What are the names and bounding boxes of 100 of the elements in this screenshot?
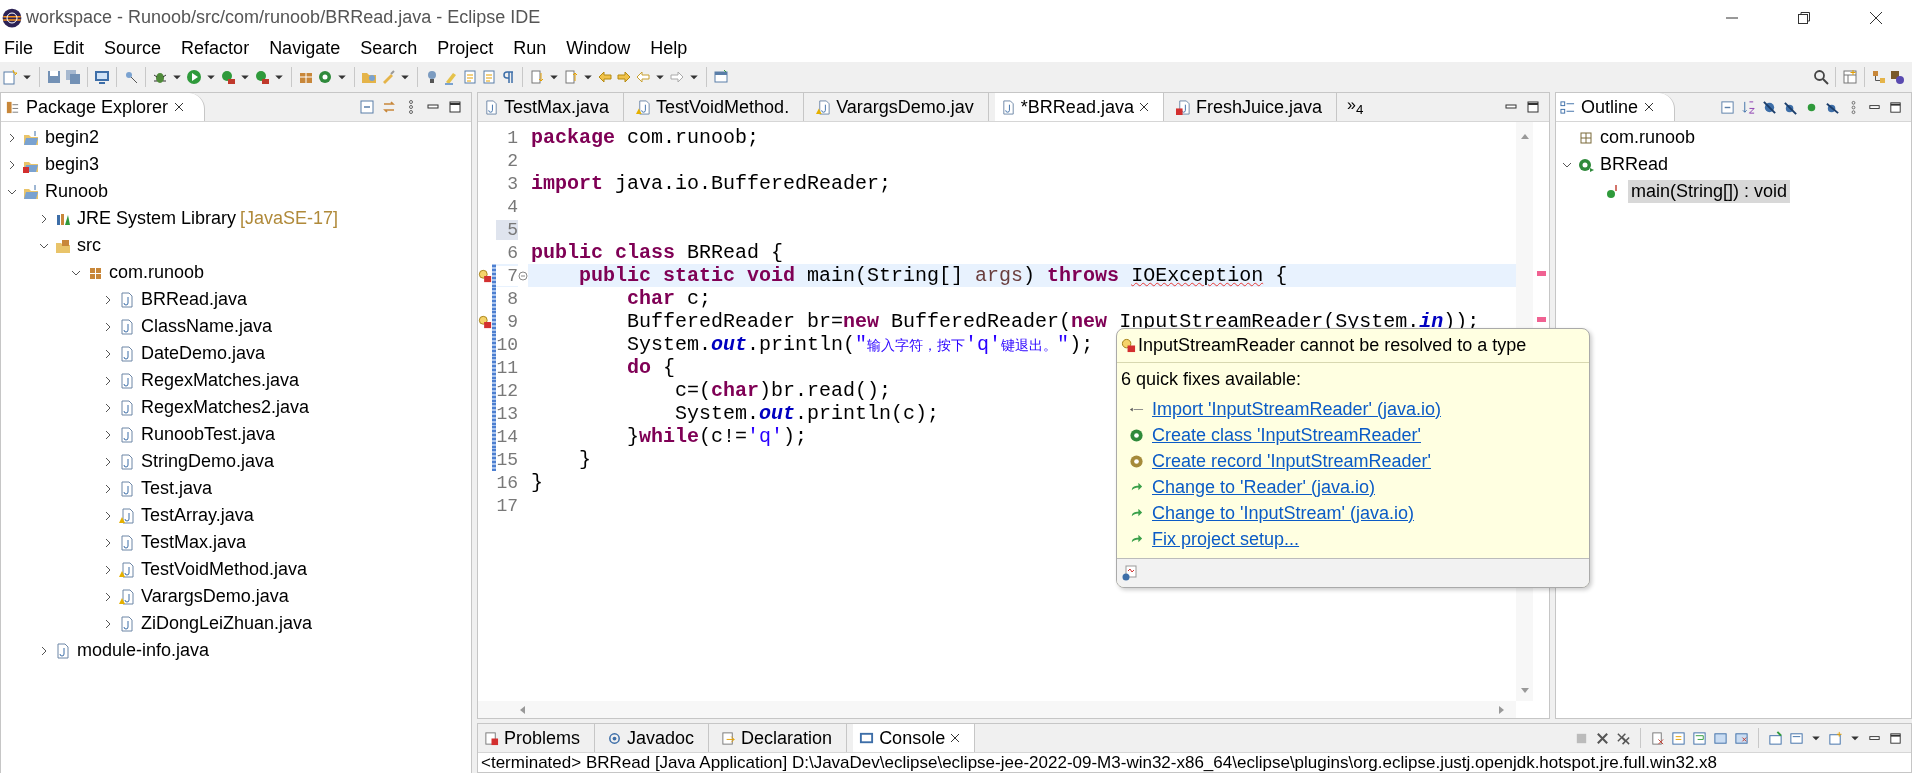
scroll-lock-icon[interactable] [1671, 730, 1686, 746]
view-tab[interactable]: Outline [1556, 93, 1676, 121]
open-perspective-icon[interactable] [1842, 69, 1858, 85]
outline-item[interactable]: BRRead [1600, 154, 1669, 175]
close-icon[interactable] [950, 733, 961, 743]
editor-tab[interactable]: FreshJuice.java [1169, 93, 1337, 121]
maximize-icon[interactable] [1888, 99, 1903, 115]
tree-item[interactable]: Test.java [141, 478, 213, 499]
open-console-icon[interactable] [1828, 730, 1843, 746]
close-icon[interactable] [1868, 9, 1884, 26]
tree-item[interactable]: StringDemo.java [141, 451, 275, 472]
expand-chevron-icon[interactable] [103, 537, 113, 548]
tree-item[interactable]: RegexMatches2.java [141, 397, 310, 418]
scroll-up-icon[interactable] [1519, 132, 1530, 142]
menu-item[interactable]: Window [562, 38, 643, 59]
expand-chevron-icon[interactable] [103, 375, 113, 386]
view-tab[interactable]: Package Explorer [1, 93, 206, 121]
clear-console-icon[interactable] [1650, 730, 1665, 746]
menu-item[interactable]: Project [433, 38, 506, 59]
tree-item[interactable]: TestVoidMethod.java [141, 559, 308, 580]
menu-item[interactable]: Search [356, 38, 430, 59]
menu-item[interactable]: Refactor [177, 38, 262, 59]
tree-item[interactable]: JRE System Library [77, 208, 237, 229]
quick-fix-link[interactable]: Create class 'InputStreamReader' [1152, 424, 1421, 446]
view-tab[interactable]: Console [853, 724, 976, 752]
menu-item[interactable]: Navigate [265, 38, 353, 59]
scroll-right-icon[interactable] [1496, 704, 1506, 715]
menu-item[interactable]: Edit [49, 38, 97, 59]
menu-item[interactable]: File [0, 38, 45, 59]
display-console-icon[interactable] [1789, 730, 1804, 746]
expand-chevron-icon[interactable] [39, 645, 49, 656]
outline-item[interactable]: com.runoob [1600, 127, 1696, 148]
tree-item[interactable]: RunoobTest.java [141, 424, 276, 445]
tree-item[interactable]: TestMax.java [141, 532, 247, 553]
remove-all-icon[interactable] [1616, 730, 1631, 746]
maximize-icon[interactable] [1888, 730, 1903, 746]
pin-icon[interactable] [123, 69, 139, 85]
expand-chevron-icon[interactable] [39, 213, 49, 224]
link-arrows-icon[interactable] [381, 99, 397, 115]
quick-fix-link[interactable]: Fix project setup... [1152, 528, 1300, 550]
paragraph-icon[interactable] [500, 69, 516, 85]
more-tabs-button[interactable]: »$_{4}$ [1343, 96, 1364, 118]
maximize-icon[interactable] [447, 99, 463, 115]
hide-static-icon[interactable] [1783, 99, 1798, 115]
expand-chevron-icon[interactable] [103, 429, 113, 440]
error-marker[interactable] [1537, 271, 1546, 276]
sort-icon[interactable] [1741, 99, 1756, 115]
word-wrap-icon[interactable] [1692, 730, 1707, 746]
quick-fix-link[interactable]: Import 'InputStreamReader' (java.io) [1152, 398, 1441, 420]
save-icon[interactable] [46, 69, 62, 85]
menu-item[interactable]: Help [646, 38, 700, 59]
scroll-down-icon[interactable] [1519, 685, 1530, 695]
restore-icon[interactable] [1796, 9, 1812, 26]
new-class-icon[interactable] [317, 69, 333, 85]
close-icon[interactable] [174, 102, 185, 112]
window-icon[interactable] [713, 69, 729, 85]
error-bulb-icon[interactable] [478, 314, 492, 329]
editor-tab[interactable]: TestMax.java [478, 93, 625, 121]
tree-item[interactable]: com.runoob [109, 262, 205, 283]
tree-item[interactable]: VarargsDemo.java [141, 586, 289, 607]
quick-fix-link[interactable]: Create record 'InputStreamReader' [1152, 450, 1431, 472]
tree-item[interactable]: module-info.java [77, 640, 210, 661]
expand-chevron-icon[interactable] [103, 321, 113, 332]
hierarchy-icon[interactable] [1871, 69, 1887, 85]
close-icon[interactable] [1644, 102, 1655, 112]
search-icon[interactable] [1813, 69, 1829, 85]
tree-item[interactable]: ZiDongLeiZhuan.java [141, 613, 313, 634]
expand-chevron-icon[interactable] [103, 483, 113, 494]
tree-item[interactable]: begin3 [45, 154, 100, 175]
view-tab[interactable]: Declaration [715, 724, 848, 752]
fold-toggle-icon[interactable] [518, 270, 528, 281]
monitor-icon[interactable] [94, 69, 110, 85]
error-bulb-icon[interactable] [478, 268, 492, 283]
expand-chevron-icon[interactable] [103, 618, 113, 629]
expand-chevron-icon[interactable] [103, 591, 113, 602]
tree-item[interactable]: begin2 [45, 127, 100, 148]
tree-item[interactable]: DateDemo.java [141, 343, 266, 364]
editor-tab[interactable]: VarargsDemo.jav [810, 93, 989, 121]
close-icon[interactable] [1138, 102, 1149, 112]
error-marker[interactable] [1537, 317, 1546, 322]
view-tab[interactable]: Problems [478, 724, 596, 752]
save-all-icon[interactable] [65, 69, 81, 85]
editor-tab[interactable]: *BRRead.java [994, 93, 1164, 121]
pin-console-icon[interactable] [1768, 730, 1783, 746]
expand-chevron-icon[interactable] [103, 456, 113, 467]
menu-item[interactable]: Source [100, 38, 174, 59]
tree-item[interactable]: TestArray.java [141, 505, 254, 526]
maximize-icon[interactable] [1525, 99, 1541, 115]
tree-item[interactable]: ClassName.java [141, 316, 273, 337]
expand-chevron-icon[interactable] [103, 564, 113, 575]
expand-chevron-icon[interactable] [7, 159, 17, 170]
run-with-stop-icon[interactable] [220, 69, 236, 85]
quick-fix-link[interactable]: Change to 'InputStream' (java.io) [1152, 502, 1414, 524]
forward-arrow-icon[interactable] [616, 69, 632, 85]
tree-item[interactable]: RegexMatches.java [141, 370, 300, 391]
scroll-left-icon[interactable] [518, 704, 528, 715]
tree-item[interactable]: src [77, 235, 101, 256]
remove-icon[interactable] [1595, 730, 1610, 746]
collapse-all-icon[interactable] [1720, 99, 1735, 115]
editor-tab[interactable]: TestVoidMethod. [630, 93, 805, 121]
